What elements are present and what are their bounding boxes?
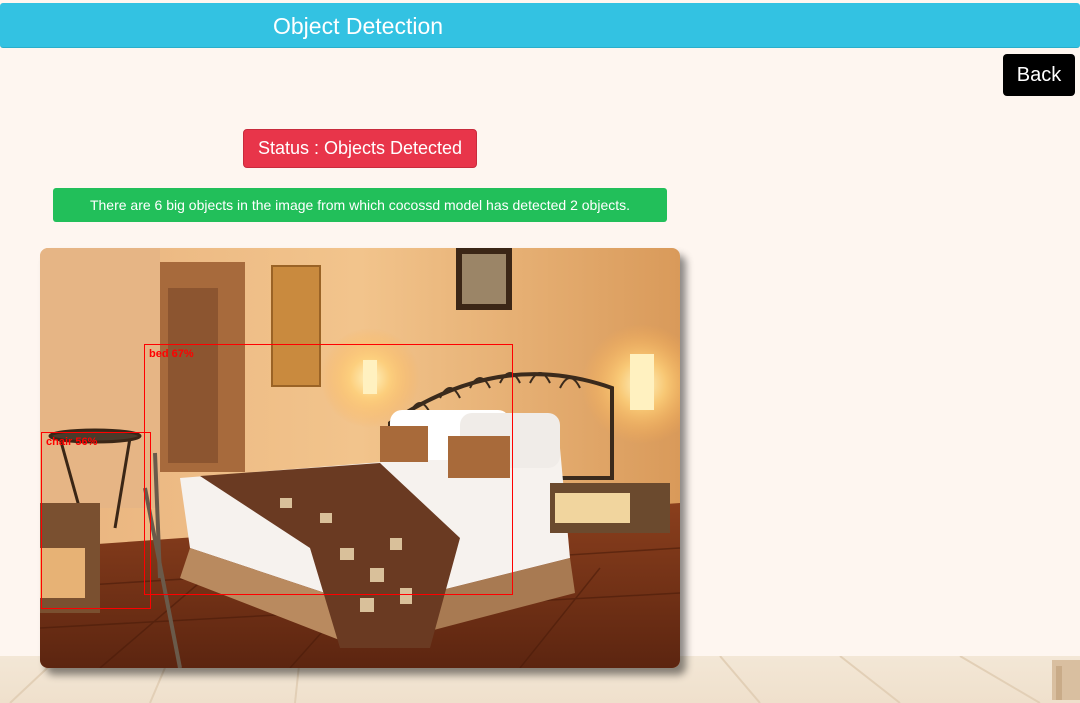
page-title: Object Detection bbox=[273, 13, 444, 39]
detection-label-bed: bed 67% bbox=[149, 348, 194, 360]
page: Object Detection Back Status : Objects D… bbox=[0, 0, 1080, 703]
detection-image: bed 67% chair 56% bbox=[40, 248, 680, 668]
app-header: Object Detection bbox=[0, 3, 1080, 48]
status-badge: Status : Objects Detected bbox=[243, 129, 477, 168]
back-button[interactable]: Back bbox=[1003, 54, 1075, 96]
detection-label-chair: chair 56% bbox=[46, 436, 98, 448]
info-banner: There are 6 big objects in the image fro… bbox=[53, 188, 667, 222]
detection-box-bed: bed 67% bbox=[144, 344, 513, 595]
detection-box-chair: chair 56% bbox=[41, 432, 151, 609]
